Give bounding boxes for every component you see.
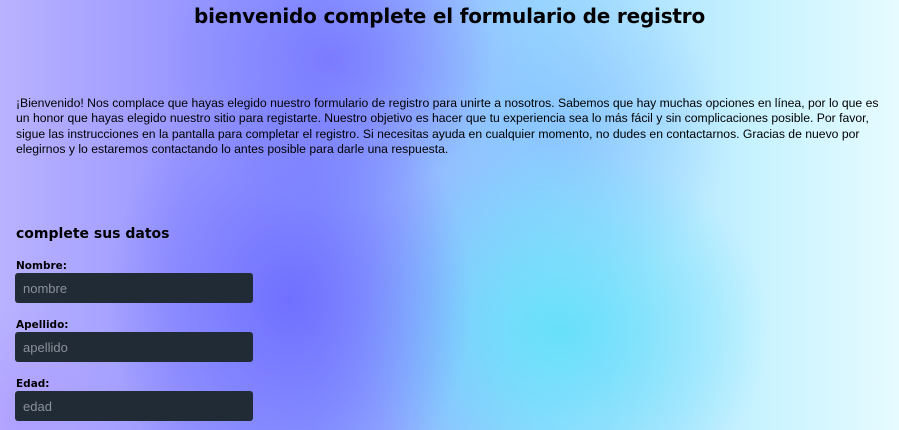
apellido-label: Apellido: [16,319,69,331]
page-title: bienvenido complete el formulario de reg… [193,4,705,28]
edad-label: Edad: [16,378,50,390]
form-section-title: complete sus datos [16,226,170,242]
intro-paragraph: ¡Bienvenido! Nos complace que hayas eleg… [16,96,879,156]
nombre-label: Nombre: [16,260,67,272]
edad-input[interactable] [15,391,253,421]
apellido-input[interactable] [15,332,253,362]
nombre-input[interactable] [15,273,253,303]
